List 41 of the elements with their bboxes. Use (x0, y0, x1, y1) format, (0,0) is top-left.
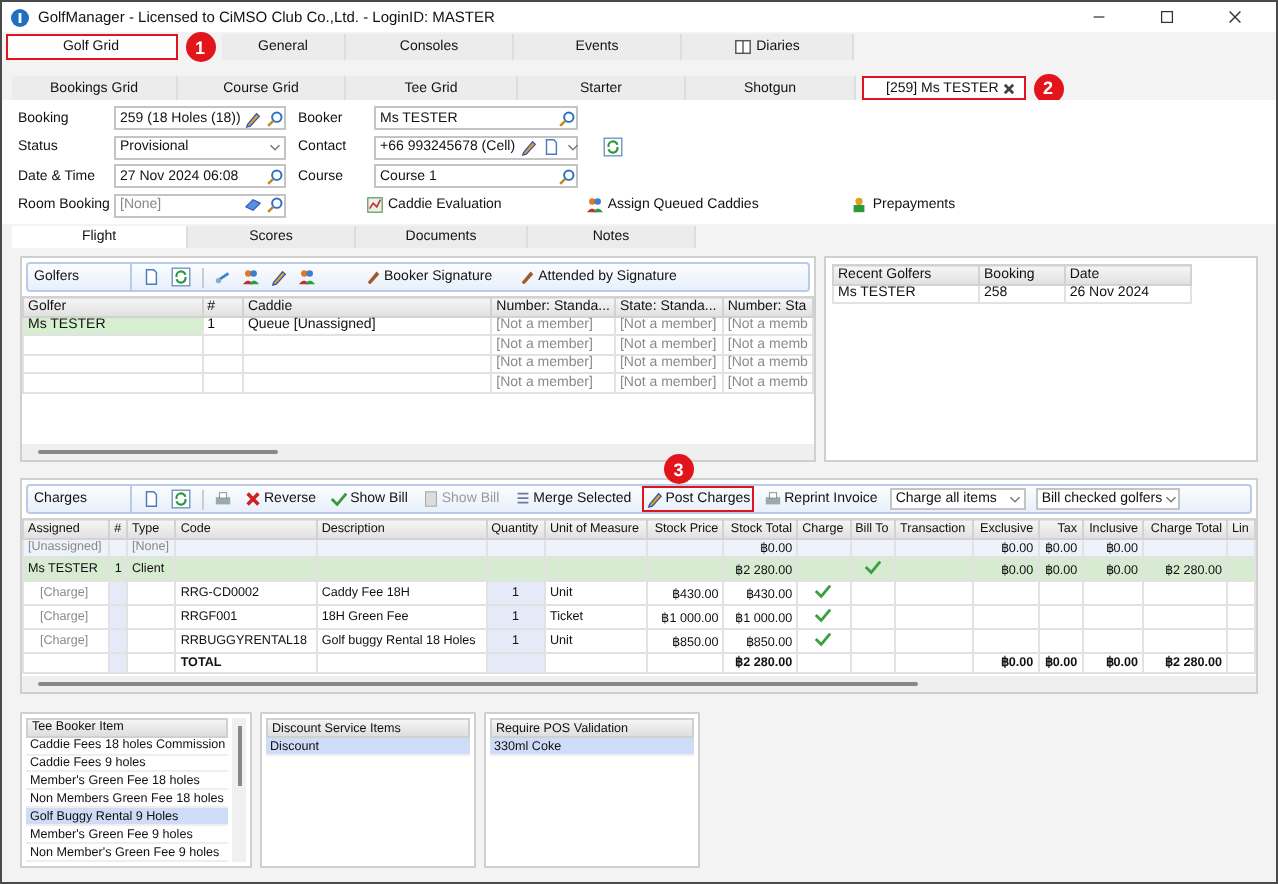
pen-icon (518, 268, 537, 286)
printer-icon[interactable] (214, 490, 232, 508)
calendar-icon (734, 38, 753, 56)
search-icon[interactable] (266, 167, 284, 186)
search-icon[interactable] (266, 109, 285, 128)
app-logo-icon (10, 7, 30, 27)
pen-icon (364, 268, 382, 286)
pencil-icon (645, 490, 664, 508)
check-icon[interactable] (814, 582, 833, 600)
callout-badge: 1 (185, 32, 215, 62)
printer-icon (764, 490, 783, 508)
document-icon[interactable] (142, 268, 160, 286)
close-tab-icon[interactable] (1002, 81, 1017, 95)
document-icon[interactable] (541, 138, 560, 157)
search-icon[interactable] (558, 109, 576, 128)
callout-badge: 2 (1033, 73, 1063, 103)
pencil-icon[interactable] (519, 138, 538, 157)
check-icon (330, 490, 349, 508)
pencil-icon[interactable] (270, 268, 288, 286)
document-icon[interactable] (142, 490, 160, 508)
people-icon (585, 196, 604, 215)
scrollbar[interactable] (22, 676, 1256, 692)
scrollbar[interactable] (232, 718, 246, 862)
check-icon[interactable] (863, 558, 882, 576)
people-icon[interactable] (298, 268, 316, 286)
list-icon (513, 490, 532, 508)
refresh-icon[interactable] (170, 266, 192, 288)
check-icon[interactable] (814, 630, 833, 648)
callout-badge: 3 (663, 454, 694, 484)
chart-icon (366, 196, 384, 215)
maximize-icon[interactable] (1157, 8, 1175, 26)
scrollbar[interactable] (22, 444, 814, 460)
search-icon[interactable] (266, 196, 284, 215)
close-icon[interactable] (1225, 8, 1243, 26)
people-icon[interactable] (242, 268, 260, 286)
search-icon[interactable] (558, 167, 576, 186)
check-icon[interactable] (814, 606, 833, 624)
x-icon (244, 490, 262, 508)
pencil-icon[interactable] (244, 109, 263, 128)
refresh-icon[interactable] (170, 488, 192, 510)
refresh-icon[interactable] (602, 136, 624, 159)
